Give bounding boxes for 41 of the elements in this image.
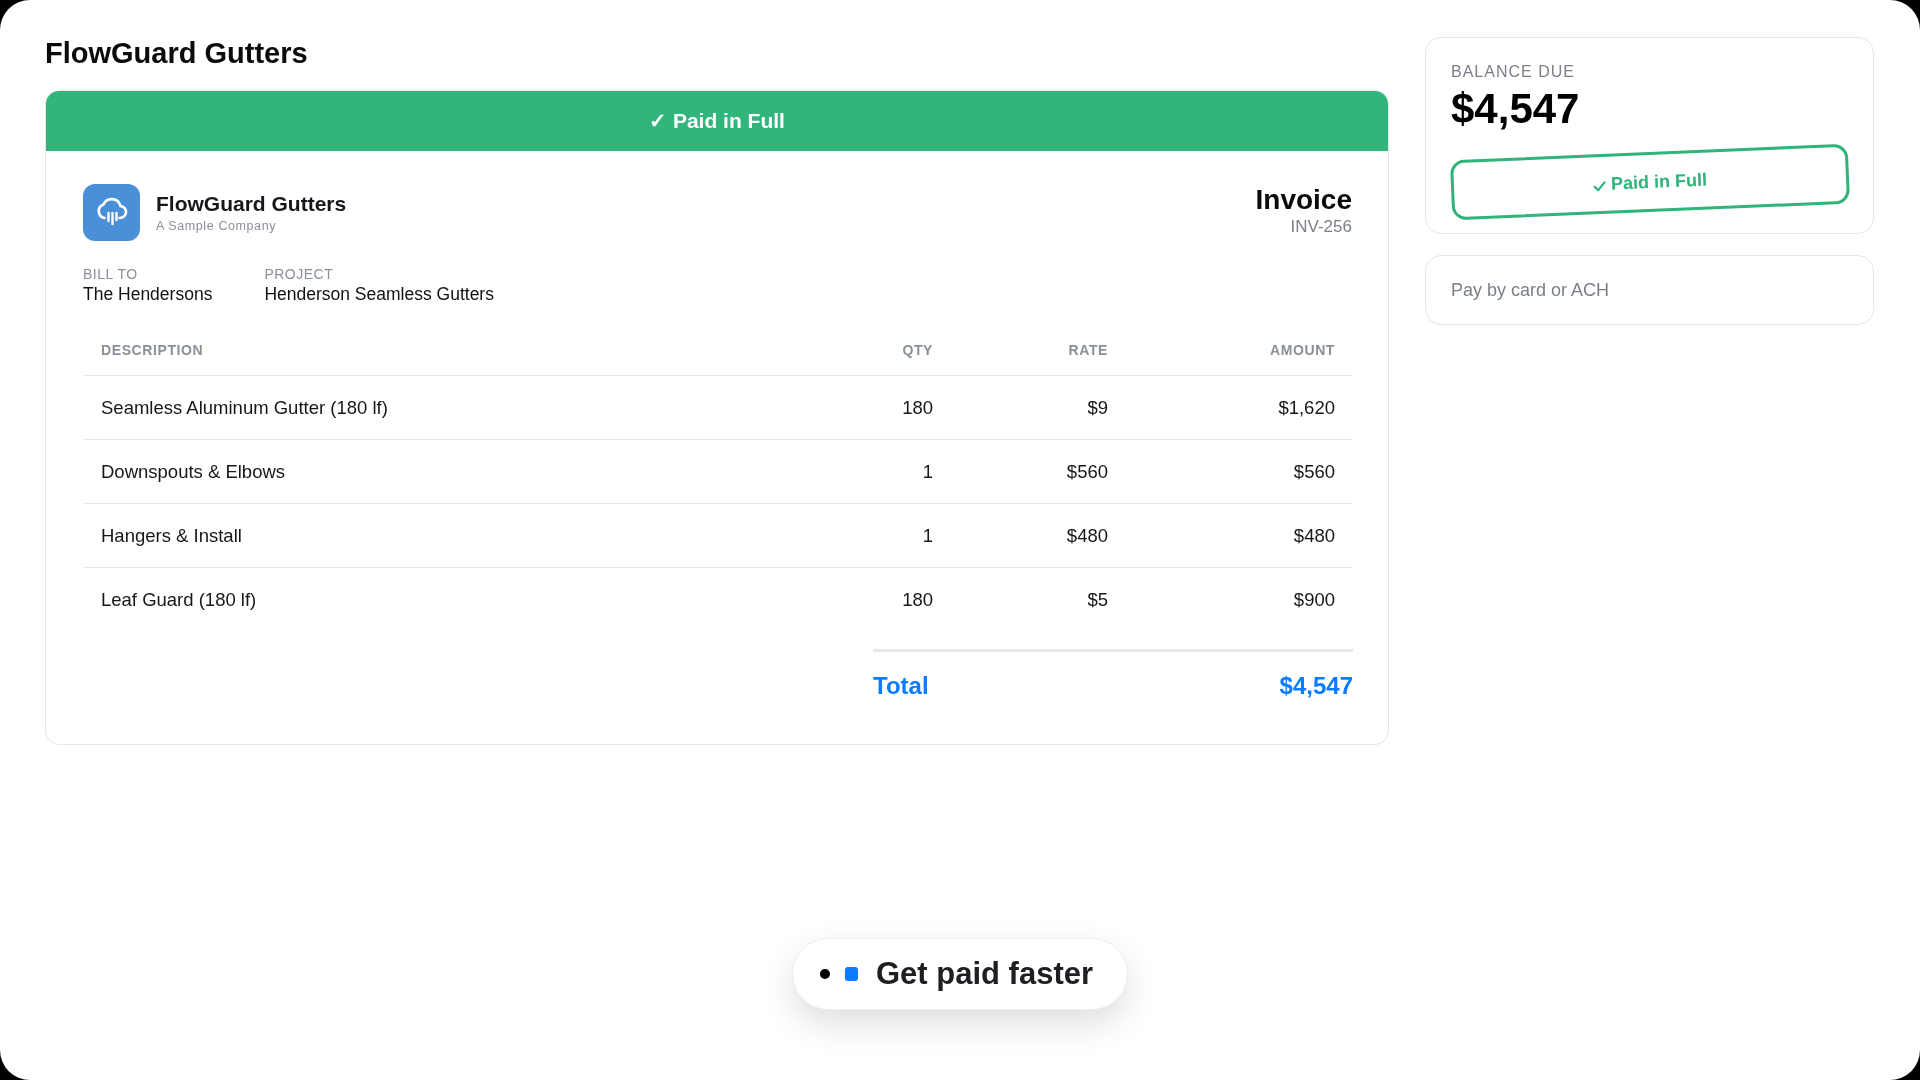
detail-value: The Hendersons bbox=[83, 283, 213, 305]
column-header: QTY bbox=[831, 325, 951, 376]
stamp-label: Paid in Full bbox=[1610, 169, 1708, 195]
column-header: AMOUNT bbox=[1126, 325, 1353, 376]
table-cell: 180 bbox=[831, 375, 951, 440]
balance-amount: $4,547 bbox=[1451, 84, 1581, 134]
table-cell: $900 bbox=[1126, 567, 1353, 631]
total-value: $4,547 bbox=[1279, 672, 1353, 700]
page-title: FlowGuard Gutters bbox=[45, 36, 309, 70]
detail-label: PROJECT bbox=[264, 265, 335, 283]
table-cell: 1 bbox=[831, 439, 951, 504]
detail-value: Henderson Seamless Gutters bbox=[264, 283, 494, 305]
table-cell: $480 bbox=[1126, 503, 1353, 568]
table-cell: $1,620 bbox=[1126, 375, 1353, 440]
callout-text: Get paid faster bbox=[875, 956, 1094, 992]
check-icon bbox=[1592, 180, 1607, 192]
table-cell: $480 bbox=[951, 503, 1126, 568]
table-cell: Downspouts & Elbows bbox=[83, 439, 831, 504]
status-banner: ✓ Paid in Full bbox=[46, 91, 1388, 151]
square-icon bbox=[844, 967, 858, 981]
cloud-rain-icon bbox=[83, 184, 140, 241]
table-cell: Leaf Guard (180 lf) bbox=[83, 567, 831, 631]
table-cell: $560 bbox=[1126, 439, 1353, 504]
dot-icon bbox=[819, 969, 830, 979]
payment-info-card: Pay by card or ACH bbox=[1425, 255, 1874, 325]
table-cell: Seamless Aluminum Gutter (180 lf) bbox=[83, 375, 831, 440]
invoice-title: Invoice bbox=[1255, 184, 1352, 216]
table-cell: $5 bbox=[951, 567, 1126, 631]
invoice-number: INV-256 bbox=[1290, 216, 1352, 238]
table-cell: 1 bbox=[831, 503, 951, 568]
company-tagline: A Sample Company bbox=[156, 219, 278, 233]
table-cell: Hangers & Install bbox=[83, 503, 831, 568]
balance-label: BALANCE DUE bbox=[1451, 62, 1576, 82]
column-header: DESCRIPTION bbox=[83, 325, 831, 376]
table-cell: 180 bbox=[831, 567, 951, 631]
total-label: Total bbox=[873, 672, 929, 700]
table-cell: $9 bbox=[951, 375, 1126, 440]
detail-label: BILL TO bbox=[83, 265, 139, 283]
column-header: RATE bbox=[951, 325, 1126, 376]
table-cell: $560 bbox=[951, 439, 1126, 504]
company-name: FlowGuard Gutters bbox=[156, 192, 347, 216]
